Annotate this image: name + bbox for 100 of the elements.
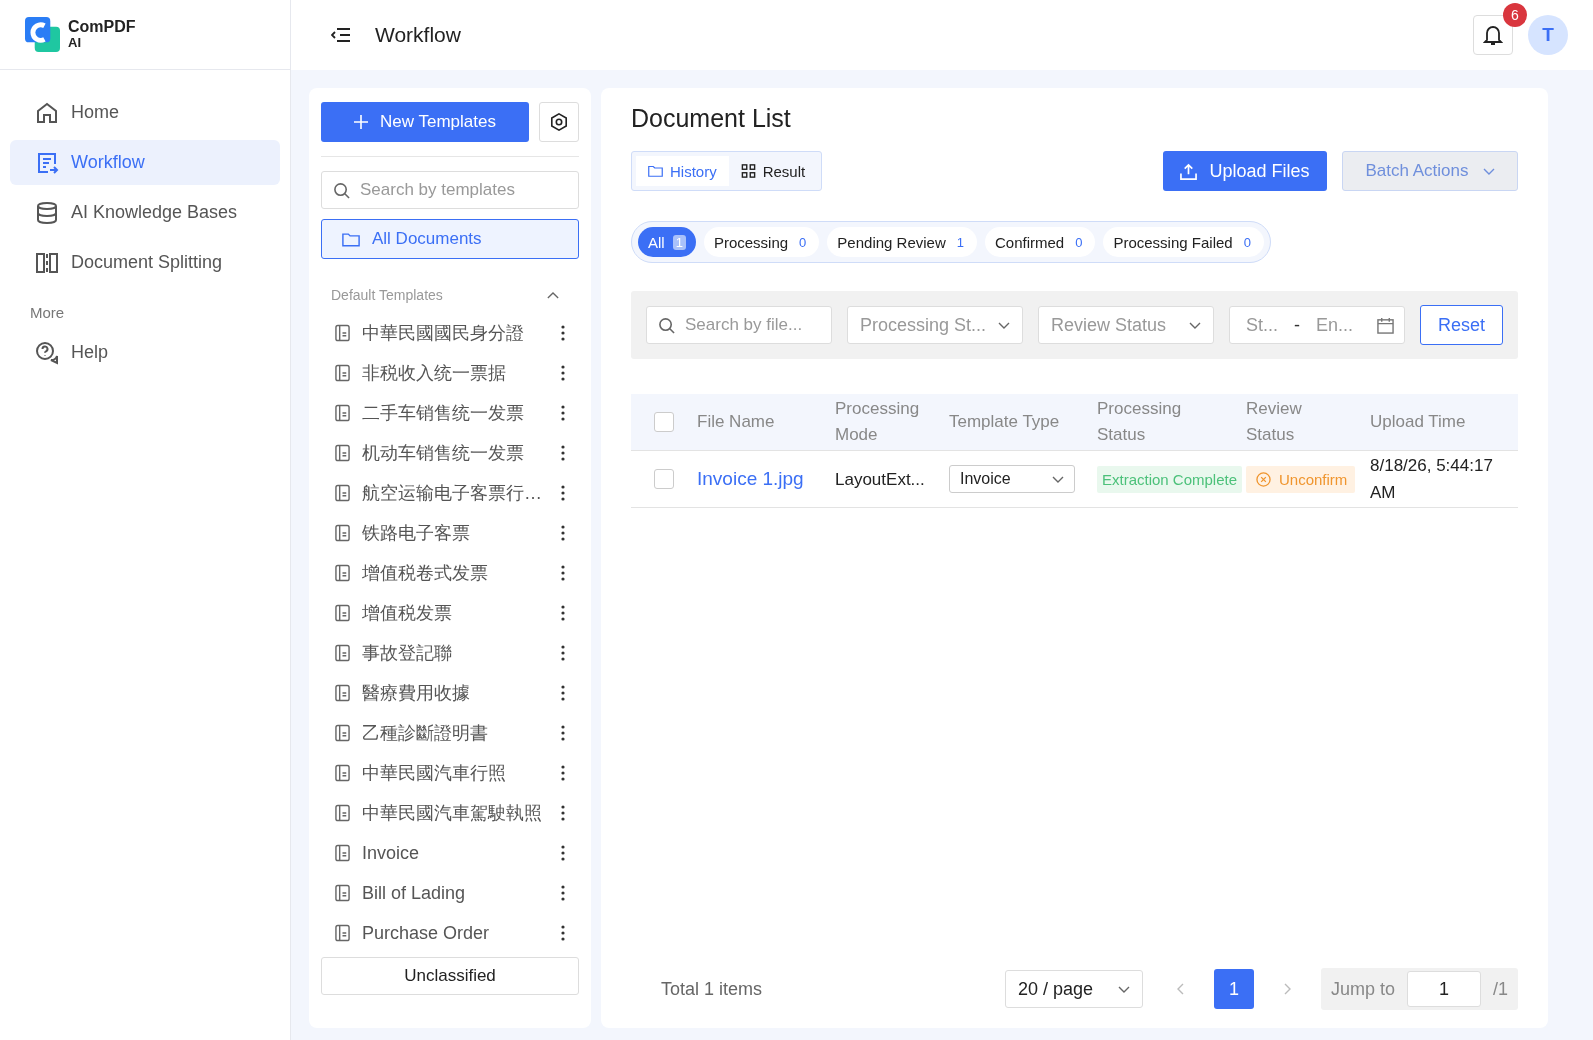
upload-icon xyxy=(1180,162,1198,180)
document-icon xyxy=(335,364,350,382)
section-title: Document List xyxy=(631,104,792,133)
more-icon[interactable] xyxy=(561,885,565,901)
more-icon[interactable] xyxy=(561,685,565,701)
template-item[interactable]: 非税收入统一票据 xyxy=(321,353,579,393)
template-item[interactable]: 航空运输电子客票行… xyxy=(321,473,579,513)
template-item[interactable]: 中華民國國民身分證 xyxy=(321,313,579,353)
document-icon xyxy=(335,324,350,342)
document-icon xyxy=(335,844,350,862)
column-header: Review Status xyxy=(1246,398,1303,446)
status-filter[interactable]: Pending Review 1 xyxy=(827,227,977,257)
status-filter[interactable]: Processing Failed 0 xyxy=(1103,227,1264,257)
chevron-icon[interactable] xyxy=(547,291,559,299)
more-icon[interactable] xyxy=(561,605,565,621)
home-icon xyxy=(35,100,59,125)
view-tab[interactable]: History xyxy=(636,156,729,186)
chevron-icon xyxy=(1482,167,1495,175)
document-icon xyxy=(335,764,350,782)
nav-item[interactable]: Home xyxy=(10,90,280,135)
more-icon[interactable] xyxy=(561,525,565,541)
chevron-icon xyxy=(1117,985,1130,993)
template-item[interactable]: 铁路电子客票 xyxy=(321,513,579,553)
folder-icon xyxy=(648,164,663,178)
settings-button[interactable] xyxy=(539,102,579,142)
more-icon[interactable] xyxy=(561,405,565,421)
more-icon[interactable] xyxy=(561,485,565,501)
document-icon xyxy=(335,604,350,622)
document-icon xyxy=(335,564,350,582)
more-icon[interactable] xyxy=(561,725,565,741)
date-range-field[interactable]: St... - En... xyxy=(1229,306,1405,344)
page-button[interactable]: 1 xyxy=(1213,969,1254,1009)
template-item[interactable]: Invoice xyxy=(321,833,579,873)
new-templates-button[interactable]: New Templates xyxy=(321,102,529,142)
document-icon xyxy=(335,924,350,942)
template-item[interactable]: 增值税发票 xyxy=(321,593,579,633)
jump-label: Jump to xyxy=(1330,978,1395,1000)
search-field[interactable]: Search by templates xyxy=(321,171,579,209)
more-icon[interactable] xyxy=(561,325,565,341)
status-filter[interactable]: Confirmed 0 xyxy=(985,227,1096,257)
template-item[interactable]: Bill of Lading xyxy=(321,873,579,913)
nav-item[interactable]: Help xyxy=(10,330,280,375)
more-icon[interactable] xyxy=(561,765,565,781)
document-icon xyxy=(335,444,350,462)
template-item[interactable]: 中華民國汽車駕駛執照 xyxy=(321,793,579,833)
column-header: Upload Time xyxy=(1370,411,1467,433)
column-header: Processing Status xyxy=(1097,398,1183,446)
logo-name: ComPDF xyxy=(68,18,136,35)
checkbox[interactable] xyxy=(654,469,674,489)
document-icon xyxy=(335,484,350,502)
status-filter[interactable]: Processing 0 xyxy=(703,227,820,257)
help-icon xyxy=(35,340,59,365)
page-size-select[interactable]: 20 / page xyxy=(1004,970,1143,1008)
template-item[interactable]: Purchase Order xyxy=(321,913,579,953)
more-icon[interactable] xyxy=(561,365,565,381)
document-icon xyxy=(335,524,350,542)
nav-item[interactable]: Workflow xyxy=(10,140,280,185)
count-label: 0 xyxy=(798,234,808,250)
logo-icon xyxy=(25,17,60,52)
column-header: Processing Mode xyxy=(835,398,921,446)
page-title: Workflow xyxy=(375,23,461,47)
checkbox[interactable] xyxy=(654,412,674,432)
template-type-select[interactable]: Invoice xyxy=(949,465,1075,493)
grid-icon xyxy=(740,164,756,178)
more-icon[interactable] xyxy=(561,805,565,821)
template-item[interactable]: 乙種診斷證明書 xyxy=(321,713,579,753)
status-tag: Extraction Complete xyxy=(1097,465,1243,493)
reset-button[interactable]: Reset xyxy=(1420,305,1503,345)
menu-icon[interactable] xyxy=(331,27,351,43)
more-icon[interactable] xyxy=(561,565,565,581)
notification-button[interactable] xyxy=(1473,15,1513,55)
template-item[interactable]: 二手车销售统一发票 xyxy=(321,393,579,433)
chevron-icon xyxy=(1189,321,1201,329)
search-field[interactable]: Search by file... xyxy=(646,306,832,344)
template-item[interactable]: 机动车销售统一发票 xyxy=(321,433,579,473)
view-tab[interactable]: Result xyxy=(728,156,818,186)
status-filter[interactable]: All 1 xyxy=(638,227,696,257)
more-icon[interactable] xyxy=(561,845,565,861)
chevron-icon xyxy=(998,321,1010,329)
table-cell-text: LayoutExt... xyxy=(835,468,926,491)
page-input[interactable]: 1 xyxy=(1407,971,1481,1007)
settings-icon xyxy=(550,113,568,131)
status-tag: Unconfirm xyxy=(1246,465,1356,493)
nav-item[interactable]: Document Splitting xyxy=(10,240,280,285)
more-icon[interactable] xyxy=(561,445,565,461)
more-icon[interactable] xyxy=(561,925,565,941)
upload-files-button[interactable]: Upload Files xyxy=(1163,151,1327,191)
nav-item[interactable]: AI Knowledge Bases xyxy=(10,190,280,235)
search-icon xyxy=(333,182,350,199)
file-link[interactable]: Invoice 1.jpg xyxy=(697,468,804,489)
template-item[interactable]: 中華民國汽車行照 xyxy=(321,753,579,793)
template-item[interactable]: 事故登記聯 xyxy=(321,633,579,673)
unclassified-button[interactable]: Unclassified xyxy=(321,957,579,995)
chevron-icon xyxy=(1052,475,1064,483)
cancel-icon xyxy=(1256,471,1271,487)
more-icon[interactable] xyxy=(561,645,565,661)
database-icon xyxy=(35,200,59,225)
all-documents-item[interactable]: All Documents xyxy=(321,219,579,259)
template-item[interactable]: 醫療費用收據 xyxy=(321,673,579,713)
template-item[interactable]: 增值税卷式发票 xyxy=(321,553,579,593)
